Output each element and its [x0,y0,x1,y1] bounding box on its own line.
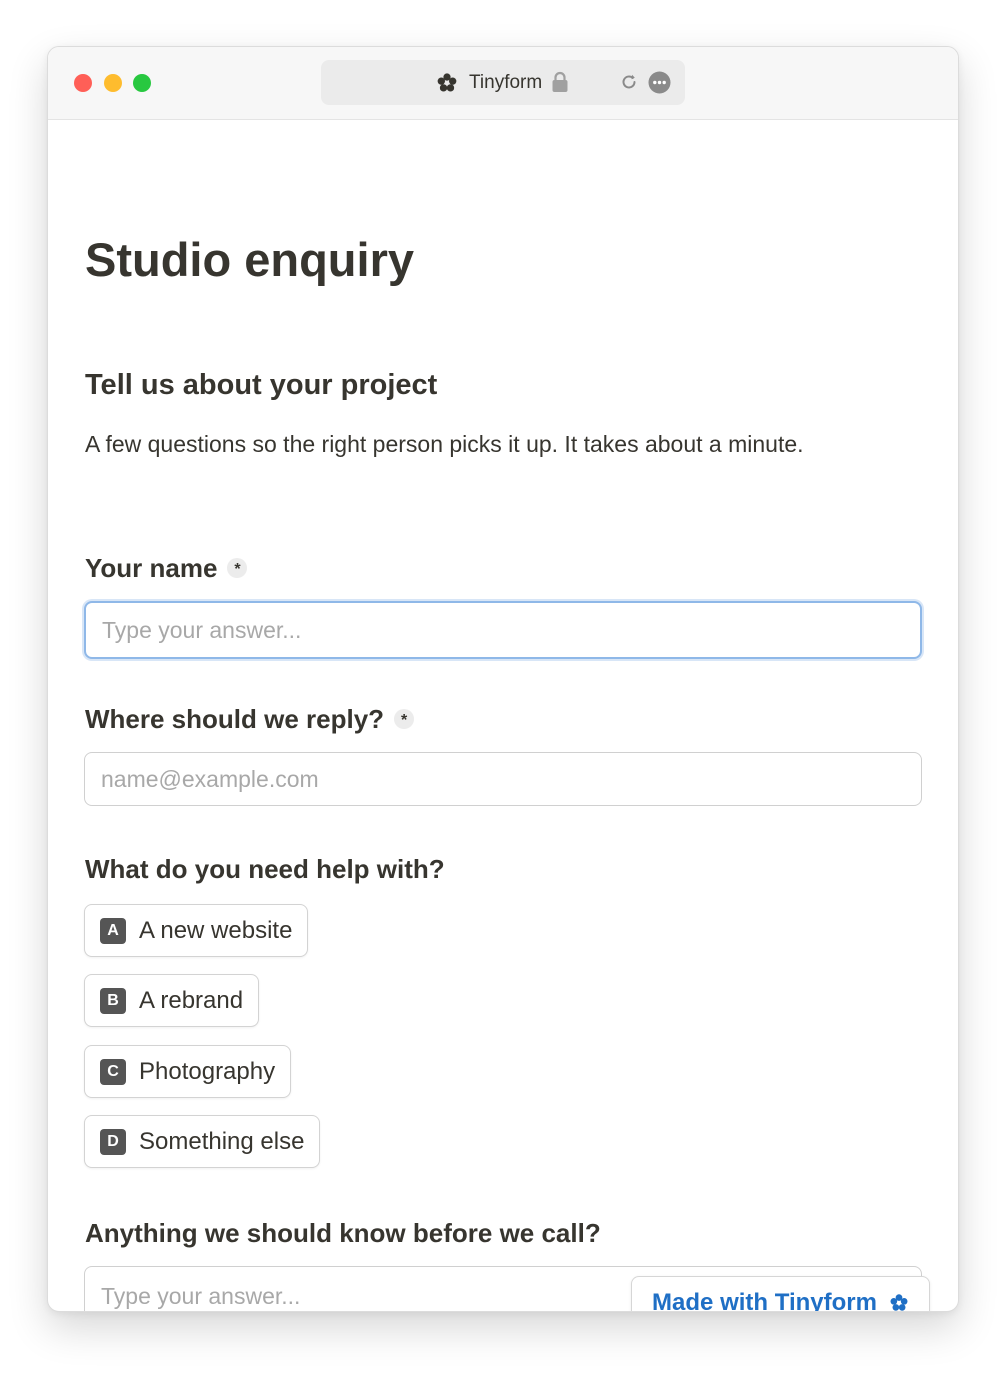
more-icon[interactable] [648,71,671,94]
choice-new-website[interactable]: A A new website [84,904,309,957]
tinyform-flower-icon [437,73,457,92]
address-bar[interactable]: Tinyform [321,60,685,105]
section-title: Tell us about your project [85,369,438,401]
choice-something-else[interactable]: D Something else [84,1115,321,1168]
reload-icon[interactable] [619,72,639,92]
question-label-notes: Anything we should know before we call? [85,1217,601,1249]
question-label-name: Your name * [85,552,248,584]
choice-key-badge: A [100,917,126,944]
question-label-text: What do you need help with? [85,854,445,884]
maximize-window-button[interactable] [133,74,151,92]
question-label-help: What do you need help with? [85,853,445,885]
choice-label: Photography [139,1057,276,1085]
close-window-button[interactable] [74,74,92,92]
question-label-text: Where should we reply? [85,704,385,734]
choice-key-badge: D [100,1128,126,1155]
tab-title: Tinyform [469,72,543,93]
minimize-window-button[interactable] [104,74,122,92]
choice-label: Something else [139,1127,305,1155]
browser-window: Tinyform Studio enquiry Tell us about yo… [47,46,959,1312]
badge-label: Made with Tinyform [652,1289,877,1311]
tinyform-flower-icon [890,1294,908,1311]
question-label-text: Your name [85,553,218,583]
question-label-text: Anything we should know before we call? [85,1218,601,1248]
choice-photography[interactable]: C Photography [84,1045,292,1098]
title-bar: Tinyform [48,47,958,120]
section-description: A few questions so the right person pick… [85,431,804,457]
choice-label: A rebrand [139,986,244,1014]
form-content: Studio enquiry Tell us about your projec… [48,120,958,1311]
required-marker: * [394,709,415,729]
choice-key-badge: C [100,1058,126,1085]
question-label-reply: Where should we reply? * [85,703,415,735]
choice-label: A new website [139,916,293,944]
name-input[interactable] [84,601,922,659]
choice-rebrand[interactable]: B A rebrand [84,974,260,1027]
page-title: Studio enquiry [85,233,414,286]
made-with-tinyform-badge[interactable]: Made with Tinyform [631,1276,930,1311]
lock-icon [552,71,568,92]
choice-key-badge: B [100,987,126,1014]
required-marker: * [227,558,248,578]
email-input[interactable] [84,752,922,806]
